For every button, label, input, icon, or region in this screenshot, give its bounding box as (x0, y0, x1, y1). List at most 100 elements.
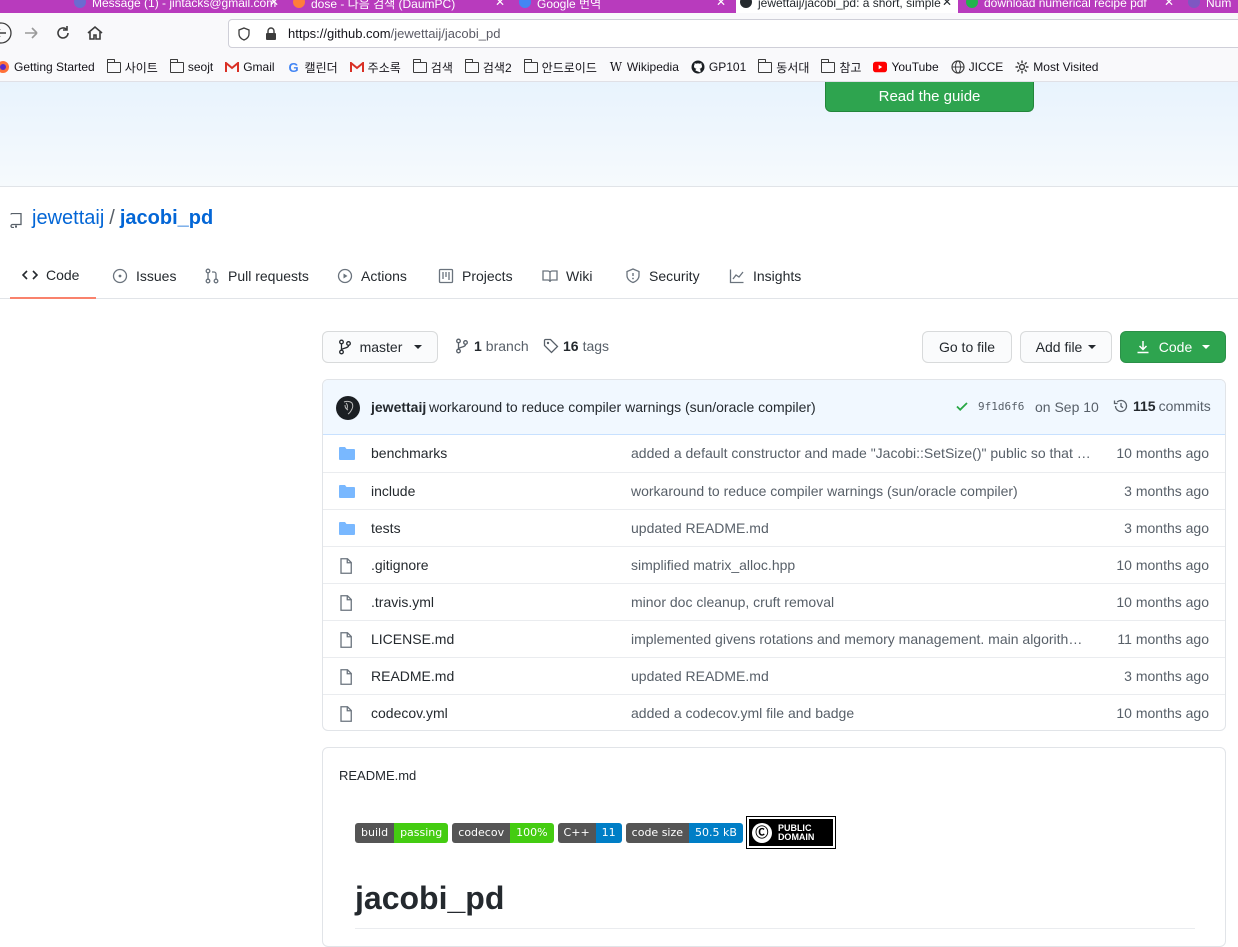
file-row: codecov.yml added a codecov.yml file and … (323, 694, 1225, 730)
file-commit-message-link[interactable]: updated README.md (631, 520, 1093, 536)
bookmark-item[interactable]: 동서대 (758, 58, 809, 76)
tab-insights[interactable]: Insights (717, 252, 813, 299)
close-tab-icon[interactable]: ✕ (495, 0, 505, 9)
avatar[interactable] (336, 396, 360, 420)
commit-author-link[interactable]: jewettaij (371, 399, 426, 415)
file-name-link[interactable]: tests (371, 520, 401, 536)
issue-icon (112, 268, 128, 284)
bookmark-item[interactable]: JICCE (951, 60, 1003, 74)
tab-projects[interactable]: Projects (426, 252, 525, 299)
tab-pull-requests[interactable]: Pull requests (192, 252, 321, 299)
tab-issues[interactable]: Issues (100, 252, 188, 299)
close-tab-icon[interactable]: ✕ (1164, 0, 1174, 9)
browser-tab[interactable]: Message (1) - jintacks@gmail.com ✕ (70, 0, 285, 13)
google-icon: G (288, 59, 299, 75)
go-to-file-button[interactable]: Go to file (922, 331, 1012, 363)
bookmark-item[interactable]: 참고 (821, 58, 861, 76)
home-icon[interactable] (84, 22, 106, 44)
file-commit-message-link[interactable]: minor doc cleanup, cruft removal (631, 594, 1093, 610)
file-row: README.md updated README.md 3 months ago (323, 657, 1225, 694)
bookmark-item[interactable]: 주소록 (349, 59, 401, 76)
public-domain-badge[interactable]: Ⓒ PUBLIC DOMAIN (745, 816, 836, 849)
tab-security[interactable]: Security (613, 252, 712, 299)
bookmarks-toolbar: Getting Started 사이트 seojt Gmail G 캘린더 주소록 검색 검색2… (0, 53, 1238, 82)
file-commit-message-link[interactable]: updated README.md (631, 668, 1093, 684)
bookmark-item[interactable]: YouTube (873, 60, 939, 74)
file-name-link[interactable]: .travis.yml (371, 594, 434, 610)
reload-icon[interactable] (52, 22, 74, 44)
tab-favicon-icon (74, 0, 86, 8)
repo-owner-link[interactable]: jewettaij (32, 207, 104, 230)
bookmark-item[interactable]: GP101 (691, 60, 746, 74)
browser-tab[interactable]: Num (1184, 0, 1238, 13)
readme-badge[interactable]: build passing (355, 822, 449, 843)
tab-wiki[interactable]: Wiki (530, 252, 604, 299)
file-name-link[interactable]: benchmarks (371, 445, 447, 461)
url-text[interactable]: https://github.com/jewettaij/jacobi_pd (288, 26, 500, 41)
bookmark-item[interactable]: 사이트 (106, 58, 158, 76)
file-name-link[interactable]: .gitignore (371, 557, 429, 573)
branch-select-button[interactable]: master (322, 331, 438, 363)
readme-badge[interactable]: C++ 11 (557, 822, 622, 843)
forward-icon[interactable] (20, 22, 42, 44)
bookmark-item[interactable]: seojt (169, 58, 213, 74)
public-domain-text: PUBLIC DOMAIN (778, 823, 815, 842)
bookmark-item[interactable]: Gmail (225, 60, 275, 74)
file-commit-age: 11 months ago (1117, 631, 1209, 647)
bookmark-item[interactable]: 검색 (412, 58, 453, 76)
file-commit-age: 3 months ago (1124, 483, 1209, 499)
check-icon[interactable] (955, 399, 969, 416)
browser-tab[interactable]: download numerical recipe pdf ✕ (962, 0, 1180, 13)
bookmark-item[interactable]: Most Visited (1015, 60, 1098, 74)
browser-tab-title: download numerical recipe pdf (984, 0, 1147, 10)
readme-box: README.md build passing codecov 100% C++ 11 co… (322, 747, 1226, 947)
file-name-link[interactable]: README.md (371, 668, 454, 684)
close-tab-icon[interactable]: ✕ (942, 0, 952, 9)
back-icon[interactable] (0, 22, 12, 44)
file-commit-message-link[interactable]: simplified matrix_alloc.hpp (631, 557, 1093, 573)
close-tab-icon[interactable]: ✕ (269, 0, 279, 9)
tab-actions[interactable]: Actions (325, 252, 419, 299)
bookmark-item[interactable]: W Wikipedia (609, 60, 679, 74)
bookmark-item[interactable]: 안드로이드 (523, 58, 597, 76)
commit-sha-link[interactable]: 9f1d6f6 (978, 400, 1024, 413)
file-row: .gitignore simplified matrix_alloc.hpp 10 … (323, 546, 1225, 583)
tags-link[interactable]: 16 tags (543, 338, 609, 354)
tab-code[interactable]: Code (10, 252, 96, 299)
readme-divider (355, 928, 1195, 929)
file-commit-age: 10 months ago (1116, 594, 1209, 610)
file-commit-message-link[interactable]: workaround to reduce compiler warnings (… (631, 483, 1093, 499)
file-list-box: jewettaij workaround to reduce compiler … (322, 379, 1226, 731)
file-commit-message-link[interactable]: added a default constructor and made "Ja… (631, 445, 1093, 461)
file-commit-message-link[interactable]: added a codecov.yml file and badge (631, 705, 1093, 721)
browser-tab[interactable]: Google 번역 ✕ (515, 0, 732, 13)
repo-name-link[interactable]: jacobi_pd (120, 207, 213, 230)
close-tab-icon[interactable]: ✕ (716, 0, 726, 9)
file-commit-message-link[interactable]: implemented givens rotations and memory … (631, 631, 1093, 647)
tab-code-label: Code (46, 266, 80, 283)
play-icon (337, 268, 353, 284)
badge-value: 100% (510, 822, 554, 843)
file-name-link[interactable]: include (371, 483, 415, 499)
address-bar[interactable]: https://github.com/jewettaij/jacobi_pd (228, 19, 1238, 48)
commit-message-link[interactable]: workaround to reduce compiler warnings (… (429, 399, 816, 415)
readme-badge[interactable]: code size 50.5 kB (625, 822, 743, 843)
bookmark-item[interactable]: 검색2 (464, 58, 512, 76)
add-file-button[interactable]: Add file (1020, 331, 1112, 363)
read-guide-button[interactable]: Read the guide (825, 82, 1034, 112)
readme-badge[interactable]: codecov 100% (452, 822, 554, 843)
file-name-link[interactable]: codecov.yml (371, 705, 448, 721)
firefox-icon (0, 61, 10, 73)
browser-tab[interactable]: jewettaij/jacobi_pd: a short, simple ✕ (736, 0, 958, 13)
file-icon (339, 632, 355, 648)
browser-tab[interactable]: dose - 다음 검색 (DaumPC) ✕ (289, 0, 511, 13)
lock-icon[interactable] (265, 26, 277, 41)
file-row: LICENSE.md implemented givens rotations a… (323, 620, 1225, 657)
bookmark-item[interactable]: Getting Started (0, 60, 95, 74)
code-download-button[interactable]: Code (1120, 331, 1226, 363)
branches-link[interactable]: 1 branch (455, 338, 529, 354)
bookmark-item[interactable]: G 캘린더 (287, 59, 337, 76)
tracking-shield-icon[interactable] (237, 26, 251, 41)
commits-history-link[interactable]: 115 commits (1113, 398, 1211, 414)
file-name-link[interactable]: LICENSE.md (371, 631, 454, 647)
